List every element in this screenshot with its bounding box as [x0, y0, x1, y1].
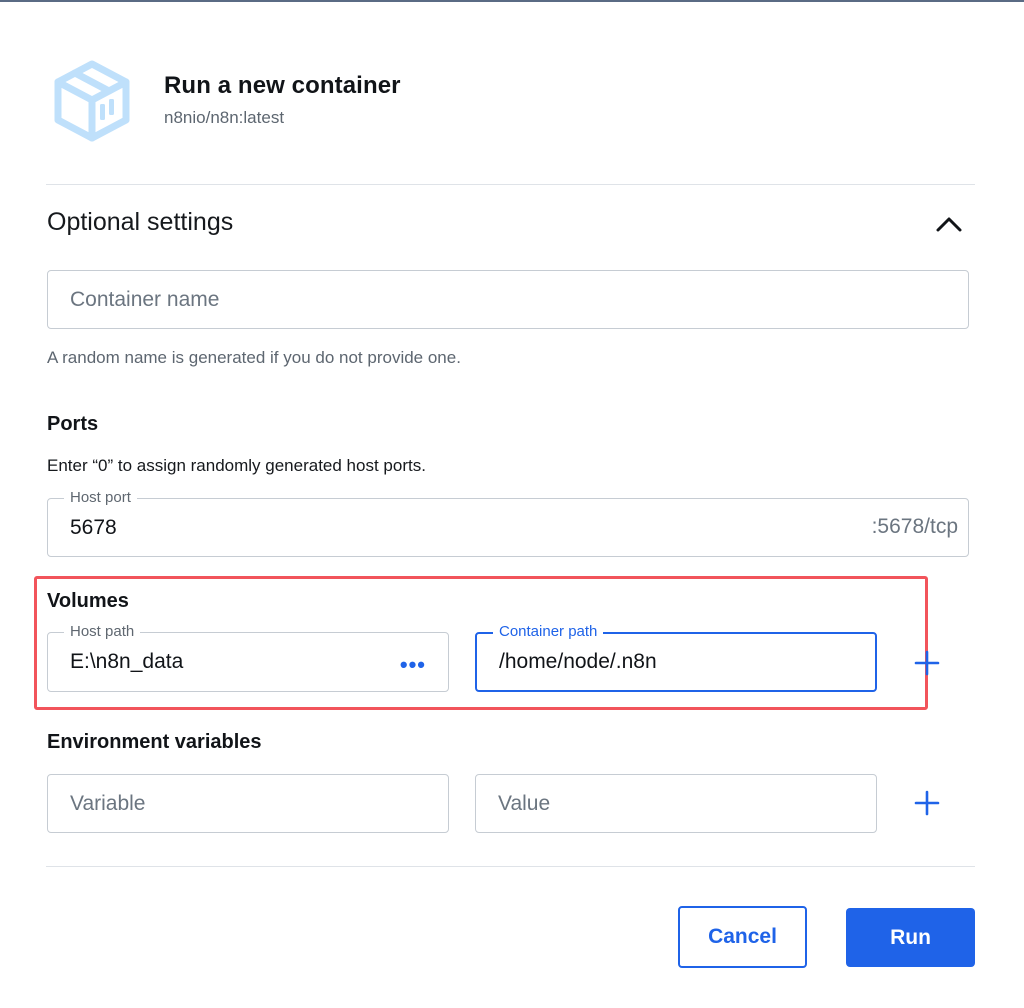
- container-name-field[interactable]: [47, 270, 969, 329]
- env-value-field[interactable]: [475, 774, 877, 833]
- optional-settings-title: Optional settings: [47, 208, 234, 236]
- container-path-field[interactable]: Container path: [475, 622, 877, 692]
- container-path-label: Container path: [493, 622, 604, 642]
- dialog-title: Run a new container: [164, 72, 401, 99]
- run-button[interactable]: Run: [846, 908, 975, 967]
- more-dots-icon[interactable]: •••: [400, 652, 426, 678]
- env-title: Environment variables: [47, 731, 262, 753]
- host-port-input[interactable]: [48, 499, 968, 556]
- footer-divider: [46, 866, 975, 867]
- add-env-plus-icon[interactable]: [914, 790, 940, 816]
- header-divider: [46, 184, 975, 185]
- container-port-suffix: :5678/tcp: [871, 515, 958, 538]
- env-value-input[interactable]: [476, 775, 876, 832]
- container-name-helper: A random name is generated if you do not…: [47, 348, 461, 367]
- container-cube-icon: [54, 60, 130, 142]
- ports-note: Enter “0” to assign randomly generated h…: [47, 456, 426, 475]
- cancel-button[interactable]: Cancel: [678, 906, 807, 968]
- ports-title: Ports: [47, 413, 99, 435]
- volumes-title: Volumes: [47, 590, 129, 612]
- container-name-input[interactable]: [48, 271, 968, 328]
- chevron-up-icon[interactable]: [934, 212, 964, 236]
- host-port-label: Host port: [64, 488, 137, 508]
- container-path-input[interactable]: [477, 634, 875, 690]
- env-variable-input[interactable]: [48, 775, 448, 832]
- add-volume-plus-icon[interactable]: [914, 650, 940, 676]
- host-port-field[interactable]: Host port :5678/tcp: [47, 488, 969, 557]
- host-path-label: Host path: [64, 622, 141, 642]
- window-top-border: [0, 0, 1024, 2]
- env-variable-field[interactable]: [47, 774, 449, 833]
- image-name: n8nio/n8n:latest: [164, 108, 285, 127]
- host-path-field[interactable]: Host path •••: [47, 622, 449, 692]
